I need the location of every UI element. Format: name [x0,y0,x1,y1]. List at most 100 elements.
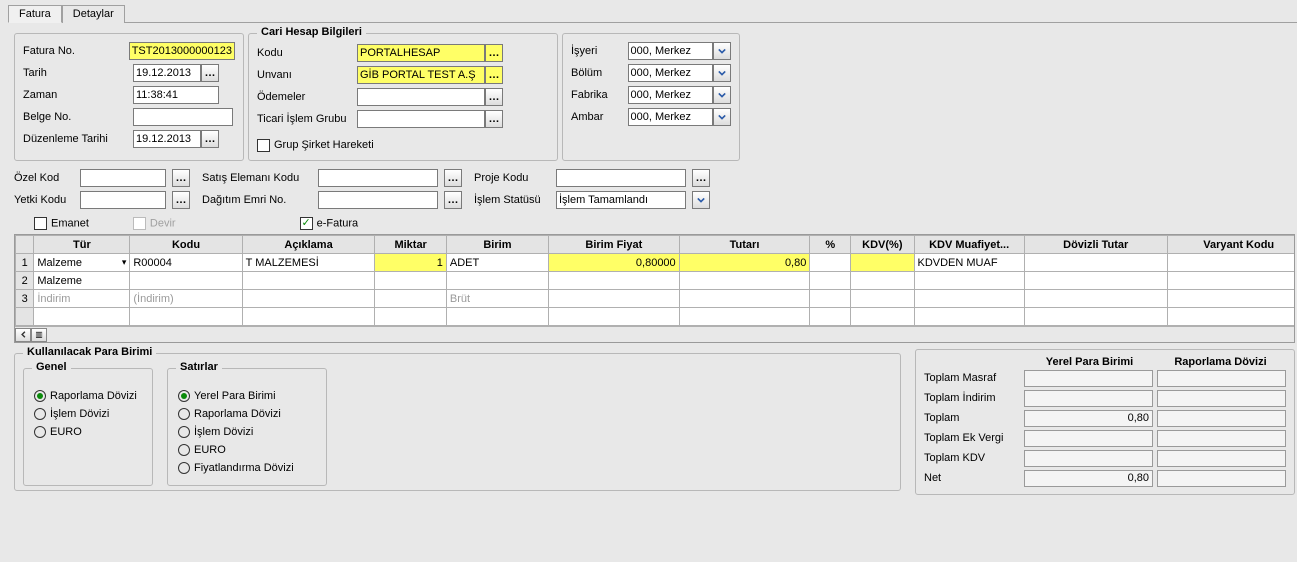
cell-tur[interactable]: Malzeme [34,272,130,290]
grid-row[interactable]: 2 Malzeme [16,272,1295,290]
col-kdv-muafiyet[interactable]: KDV Muafiyet... [914,236,1024,254]
col-dovizli-tutar[interactable]: Dövizli Tutar [1024,236,1167,254]
islem-statusu-select[interactable]: İşlem Tamamlandı [556,191,686,209]
ozel-kod-lookup-button[interactable]: … [172,169,190,187]
cell-varyant-kodu[interactable] [1167,254,1294,272]
fatura-no-label: Fatura No. [23,45,129,57]
toplam-raporlama [1157,410,1286,427]
fatura-no-input[interactable]: TST2013000000123 [129,42,235,60]
cell-tur[interactable]: Malzeme▾ [34,254,130,272]
grid-row[interactable] [16,308,1295,326]
col-tutari[interactable]: Tutarı [679,236,810,254]
fabrika-select[interactable]: 000, Merkez [628,86,714,104]
cari-unvani-input[interactable]: GİB PORTAL TEST A.Ş [357,66,485,84]
radio-genel-raporlama[interactable]: Raporlama Dövizi [34,387,142,405]
emanet-checkbox[interactable] [34,217,47,230]
ambar-select[interactable]: 000, Merkez [628,108,714,126]
cell-tutari[interactable]: 0,80 [679,254,810,272]
radio-genel-islem[interactable]: İşlem Dövizi [34,405,142,423]
cell-dovizli-tutar[interactable] [1024,254,1167,272]
efatura-wrap[interactable]: e-Fatura [300,217,359,230]
col-kdv-yuzde[interactable]: KDV(%) [851,236,914,254]
cell-birim-fiyat[interactable]: 0,80000 [548,254,679,272]
ambar-dropdown-button[interactable] [713,108,731,126]
row-number: 1 [16,254,34,272]
satis-elemani-input[interactable] [318,169,438,187]
kullanilacak-para-birimi-title: Kullanılacak Para Birimi [23,346,156,358]
scroll-columns-icon[interactable]: ▥ [31,328,47,342]
grid-row[interactable]: 1 Malzeme▾ R00004 T MALZEMESİ 1 ADET 0,8… [16,254,1295,272]
chevron-down-icon[interactable]: ▾ [122,257,127,268]
col-miktar[interactable]: Miktar [375,236,446,254]
satis-elemani-lookup-button[interactable]: … [444,169,462,187]
toplam-ek-vergi-yerel [1024,430,1153,447]
col-tur[interactable]: Tür [34,236,130,254]
bolum-select[interactable]: 000, Merkez [628,64,714,82]
tarih-input[interactable]: 19.12.2013 [133,64,201,82]
cell-birim[interactable]: Brüt [446,290,548,308]
cell-kodu[interactable]: R00004 [130,254,242,272]
grid-hscroll[interactable]: ▥ [15,326,1294,342]
tarih-label: Tarih [23,67,133,79]
radio-satir-euro[interactable]: EURO [178,441,316,459]
tab-fatura[interactable]: Fatura [8,5,62,23]
yetki-kodu-input[interactable] [80,191,166,209]
ozel-kod-input[interactable] [80,169,166,187]
cell-miktar[interactable]: 1 [375,254,446,272]
grup-sirket-checkbox[interactable] [257,139,270,152]
radio-satir-yerel[interactable]: Yerel Para Birimi [178,387,316,405]
devir-wrap: Devir [133,217,176,230]
cell-aciklama[interactable]: T MALZEMESİ [242,254,375,272]
toplam-kdv-yerel [1024,450,1153,467]
isyeri-dropdown-button[interactable] [713,42,731,60]
col-varyant-kodu[interactable]: Varyant Kodu [1167,236,1294,254]
ticari-islem-grubu-input[interactable] [357,110,485,128]
proje-kodu-lookup-button[interactable]: … [692,169,710,187]
emanet-wrap[interactable]: Emanet [34,217,89,230]
grid-row[interactable]: 3 İndirim (İndirim) Brüt [16,290,1295,308]
col-yuzde[interactable]: % [810,236,851,254]
dagitim-emri-input[interactable] [318,191,438,209]
proje-kodu-input[interactable] [556,169,686,187]
cari-kodu-label: Kodu [257,47,357,59]
cell-yuzde[interactable] [810,254,851,272]
devir-label: Devir [150,217,176,229]
duzenleme-tarihi-picker-button[interactable]: … [201,130,219,148]
toplam-indirim-yerel [1024,390,1153,407]
islem-statusu-dropdown-button[interactable] [692,191,710,209]
scroll-left-button[interactable] [15,328,31,342]
ticari-islem-grubu-lookup-button[interactable]: … [485,110,503,128]
cell-birim[interactable]: ADET [446,254,548,272]
fabrika-dropdown-button[interactable] [713,86,731,104]
bolum-dropdown-button[interactable] [713,64,731,82]
radio-genel-euro[interactable]: EURO [34,423,142,441]
odemeler-input[interactable] [357,88,485,106]
yetki-kodu-lookup-button[interactable]: … [172,191,190,209]
toplam-ek-vergi-label: Toplam Ek Vergi [924,432,1024,444]
radio-satir-raporlama[interactable]: Raporlama Dövizi [178,405,316,423]
cari-kodu-input[interactable]: PORTALHESAP [357,44,485,62]
radio-satir-fiyatlandirma[interactable]: Fiyatlandırma Dövizi [178,459,316,477]
lines-grid[interactable]: Tür Kodu Açıklama Miktar Birim Birim Fiy… [14,234,1295,343]
cari-unvani-lookup-button[interactable]: … [485,66,503,84]
cell-kdv-yuzde[interactable] [851,254,914,272]
tab-detaylar[interactable]: Detaylar [62,5,125,23]
tarih-picker-button[interactable]: … [201,64,219,82]
dagitim-emri-lookup-button[interactable]: … [444,191,462,209]
cari-kodu-lookup-button[interactable]: … [485,44,503,62]
cell-kdv-muafiyet[interactable]: KDVDEN MUAF [914,254,1024,272]
efatura-checkbox[interactable] [300,217,313,230]
col-birim-fiyat[interactable]: Birim Fiyat [548,236,679,254]
odemeler-lookup-button[interactable]: … [485,88,503,106]
zaman-input[interactable]: 11:38:41 [133,86,219,104]
cell-tur[interactable]: İndirim [34,290,130,308]
col-kodu[interactable]: Kodu [130,236,242,254]
col-birim[interactable]: Birim [446,236,548,254]
duzenleme-tarihi-input[interactable]: 19.12.2013 [133,130,201,148]
isyeri-select[interactable]: 000, Merkez [628,42,714,60]
col-aciklama[interactable]: Açıklama [242,236,375,254]
toplam-kdv-raporlama [1157,450,1286,467]
radio-satir-islem[interactable]: İşlem Dövizi [178,423,316,441]
cell-kodu[interactable]: (İndirim) [130,290,242,308]
belge-no-input[interactable] [133,108,233,126]
